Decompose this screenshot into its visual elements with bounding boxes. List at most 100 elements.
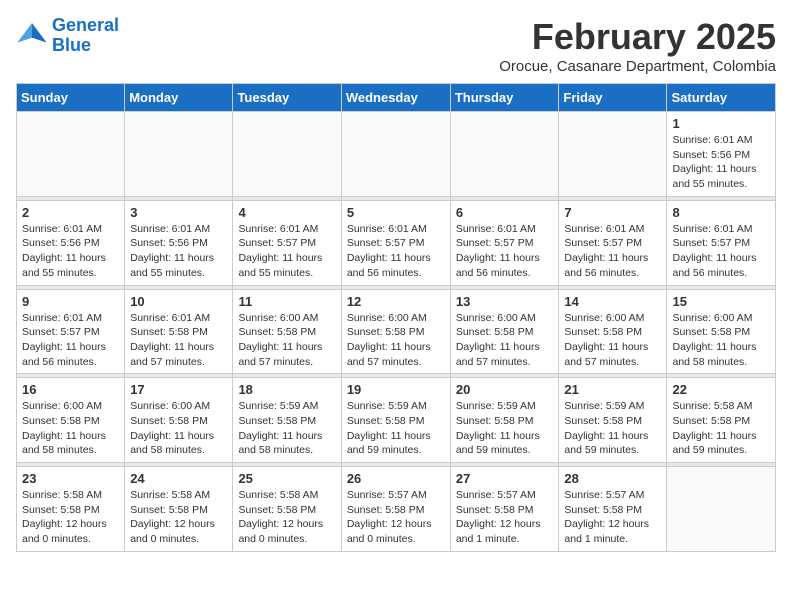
calendar-cell-w1-d7: 1 Sunrise: 6:01 AM Sunset: 5:56 PM Daylig… — [667, 112, 776, 197]
calendar-cell-w2-d6: 7Sunrise: 6:01 AM Sunset: 5:57 PM Daylig… — [559, 200, 667, 285]
calendar-cell-w1-d2 — [125, 112, 233, 197]
day-number: 14 — [564, 294, 661, 309]
day-number: 10 — [130, 294, 227, 309]
header-wednesday: Wednesday — [341, 84, 450, 112]
day-info: Sunrise: 6:01 AM Sunset: 5:57 PM Dayligh… — [672, 222, 770, 281]
page-header: General Blue February 2025 Orocue, Casan… — [16, 16, 776, 75]
day-info: Sunrise: 6:00 AM Sunset: 5:58 PM Dayligh… — [672, 311, 770, 370]
day-info: Sunrise: 5:57 AM Sunset: 5:58 PM Dayligh… — [564, 488, 661, 547]
calendar-cell-w1-d3 — [233, 112, 341, 197]
day-info: Sunrise: 5:58 AM Sunset: 5:58 PM Dayligh… — [22, 488, 119, 547]
week-row-3: 9 Sunrise: 6:01 AM Sunset: 5:57 PM Daylig… — [17, 289, 776, 374]
calendar-cell-w3-d5: 13 Sunrise: 6:00 AM Sunset: 5:58 PM Dayli… — [450, 289, 559, 374]
calendar-cell-w4-d4: 19 Sunrise: 5:59 AM Sunset: 5:58 PM Dayli… — [341, 378, 450, 463]
calendar-cell-w3-d3: 11 Sunrise: 6:00 AM Sunset: 5:58 PM Dayli… — [233, 289, 341, 374]
calendar-cell-w5-d4: 26Sunrise: 5:57 AM Sunset: 5:58 PM Dayli… — [341, 467, 450, 552]
day-number: 13 — [456, 294, 554, 309]
calendar-cell-w1-d5 — [450, 112, 559, 197]
day-info: Sunrise: 6:01 AM Sunset: 5:56 PM Dayligh… — [672, 133, 770, 192]
day-number: 19 — [347, 382, 445, 397]
day-number: 5 — [347, 205, 445, 220]
calendar-cell-w5-d2: 24 Sunrise: 5:58 AM Sunset: 5:58 PM Dayli… — [125, 467, 233, 552]
logo-text: General Blue — [52, 16, 119, 56]
calendar-cell-w4-d1: 16 Sunrise: 6:00 AM Sunset: 5:58 PM Dayli… — [17, 378, 125, 463]
month-title: February 2025 — [499, 16, 776, 58]
day-number: 6 — [456, 205, 554, 220]
day-info: Sunrise: 5:59 AM Sunset: 5:58 PM Dayligh… — [347, 399, 445, 458]
day-info: Sunrise: 6:00 AM Sunset: 5:58 PM Dayligh… — [564, 311, 661, 370]
calendar-cell-w1-d4 — [341, 112, 450, 197]
day-number: 28 — [564, 471, 661, 486]
day-info: Sunrise: 6:01 AM Sunset: 5:57 PM Dayligh… — [238, 222, 335, 281]
calendar-cell-w4-d7: 22 Sunrise: 5:58 AM Sunset: 5:58 PM Dayli… — [667, 378, 776, 463]
calendar-cell-w2-d2: 3 Sunrise: 6:01 AM Sunset: 5:56 PM Daylig… — [125, 200, 233, 285]
calendar-cell-w3-d6: 14 Sunrise: 6:00 AM Sunset: 5:58 PM Dayli… — [559, 289, 667, 374]
header-tuesday: Tuesday — [233, 84, 341, 112]
day-info: Sunrise: 6:01 AM Sunset: 5:57 PM Dayligh… — [347, 222, 445, 281]
calendar-cell-w3-d2: 10 Sunrise: 6:01 AM Sunset: 5:58 PM Dayli… — [125, 289, 233, 374]
calendar-header-row: Sunday Monday Tuesday Wednesday Thursday… — [17, 84, 776, 112]
header-sunday: Sunday — [17, 84, 125, 112]
day-number: 8 — [672, 205, 770, 220]
day-info: Sunrise: 5:58 AM Sunset: 5:58 PM Dayligh… — [238, 488, 335, 547]
day-info: Sunrise: 6:01 AM Sunset: 5:57 PM Dayligh… — [564, 222, 661, 281]
logo: General Blue — [16, 16, 119, 56]
day-number: 1 — [672, 116, 770, 131]
calendar-cell-w4-d2: 17Sunrise: 6:00 AM Sunset: 5:58 PM Dayli… — [125, 378, 233, 463]
calendar-cell-w5-d3: 25 Sunrise: 5:58 AM Sunset: 5:58 PM Dayli… — [233, 467, 341, 552]
day-info: Sunrise: 6:01 AM Sunset: 5:58 PM Dayligh… — [130, 311, 227, 370]
calendar-cell-w5-d1: 23 Sunrise: 5:58 AM Sunset: 5:58 PM Dayli… — [17, 467, 125, 552]
calendar-cell-w2-d7: 8 Sunrise: 6:01 AM Sunset: 5:57 PM Daylig… — [667, 200, 776, 285]
day-number: 27 — [456, 471, 554, 486]
day-number: 22 — [672, 382, 770, 397]
week-row-1: 1 Sunrise: 6:01 AM Sunset: 5:56 PM Daylig… — [17, 112, 776, 197]
day-number: 23 — [22, 471, 119, 486]
header-thursday: Thursday — [450, 84, 559, 112]
day-number: 3 — [130, 205, 227, 220]
day-info: Sunrise: 5:59 AM Sunset: 5:58 PM Dayligh… — [238, 399, 335, 458]
day-number: 21 — [564, 382, 661, 397]
day-number: 11 — [238, 294, 335, 309]
day-number: 18 — [238, 382, 335, 397]
calendar-cell-w5-d7 — [667, 467, 776, 552]
day-info: Sunrise: 5:58 AM Sunset: 5:58 PM Dayligh… — [672, 399, 770, 458]
day-info: Sunrise: 5:58 AM Sunset: 5:58 PM Dayligh… — [130, 488, 227, 547]
day-number: 12 — [347, 294, 445, 309]
day-info: Sunrise: 6:01 AM Sunset: 5:56 PM Dayligh… — [130, 222, 227, 281]
calendar-cell-w5-d5: 27 Sunrise: 5:57 AM Sunset: 5:58 PM Dayli… — [450, 467, 559, 552]
calendar-cell-w5-d6: 28 Sunrise: 5:57 AM Sunset: 5:58 PM Dayli… — [559, 467, 667, 552]
title-block: February 2025 Orocue, Casanare Departmen… — [499, 16, 776, 75]
day-number: 16 — [22, 382, 119, 397]
day-number: 25 — [238, 471, 335, 486]
calendar-cell-w1-d1 — [17, 112, 125, 197]
day-info: Sunrise: 5:59 AM Sunset: 5:58 PM Dayligh… — [564, 399, 661, 458]
header-monday: Monday — [125, 84, 233, 112]
location-subtitle: Orocue, Casanare Department, Colombia — [499, 58, 776, 75]
calendar-cell-w2-d3: 4Sunrise: 6:01 AM Sunset: 5:57 PM Daylig… — [233, 200, 341, 285]
header-friday: Friday — [559, 84, 667, 112]
day-info: Sunrise: 6:00 AM Sunset: 5:58 PM Dayligh… — [347, 311, 445, 370]
day-number: 24 — [130, 471, 227, 486]
day-info: Sunrise: 6:00 AM Sunset: 5:58 PM Dayligh… — [238, 311, 335, 370]
day-number: 2 — [22, 205, 119, 220]
day-number: 26 — [347, 471, 445, 486]
calendar-cell-w3-d7: 15 Sunrise: 6:00 AM Sunset: 5:58 PM Dayli… — [667, 289, 776, 374]
calendar-cell-w2-d4: 5 Sunrise: 6:01 AM Sunset: 5:57 PM Daylig… — [341, 200, 450, 285]
day-info: Sunrise: 6:01 AM Sunset: 5:57 PM Dayligh… — [456, 222, 554, 281]
day-info: Sunrise: 6:00 AM Sunset: 5:58 PM Dayligh… — [456, 311, 554, 370]
day-number: 9 — [22, 294, 119, 309]
calendar-cell-w4-d3: 18 Sunrise: 5:59 AM Sunset: 5:58 PM Dayli… — [233, 378, 341, 463]
day-info: Sunrise: 6:00 AM Sunset: 5:58 PM Dayligh… — [22, 399, 119, 458]
day-info: Sunrise: 5:57 AM Sunset: 5:58 PM Dayligh… — [456, 488, 554, 547]
calendar-cell-w2-d5: 6 Sunrise: 6:01 AM Sunset: 5:57 PM Daylig… — [450, 200, 559, 285]
calendar-cell-w3-d1: 9 Sunrise: 6:01 AM Sunset: 5:57 PM Daylig… — [17, 289, 125, 374]
day-info: Sunrise: 6:01 AM Sunset: 5:56 PM Dayligh… — [22, 222, 119, 281]
header-saturday: Saturday — [667, 84, 776, 112]
calendar-table: Sunday Monday Tuesday Wednesday Thursday… — [16, 83, 776, 552]
day-info: Sunrise: 6:01 AM Sunset: 5:57 PM Dayligh… — [22, 311, 119, 370]
week-row-5: 23 Sunrise: 5:58 AM Sunset: 5:58 PM Dayli… — [17, 467, 776, 552]
calendar-cell-w2-d1: 2 Sunrise: 6:01 AM Sunset: 5:56 PM Daylig… — [17, 200, 125, 285]
day-number: 15 — [672, 294, 770, 309]
logo-icon — [16, 20, 48, 52]
calendar-cell-w4-d6: 21 Sunrise: 5:59 AM Sunset: 5:58 PM Dayli… — [559, 378, 667, 463]
